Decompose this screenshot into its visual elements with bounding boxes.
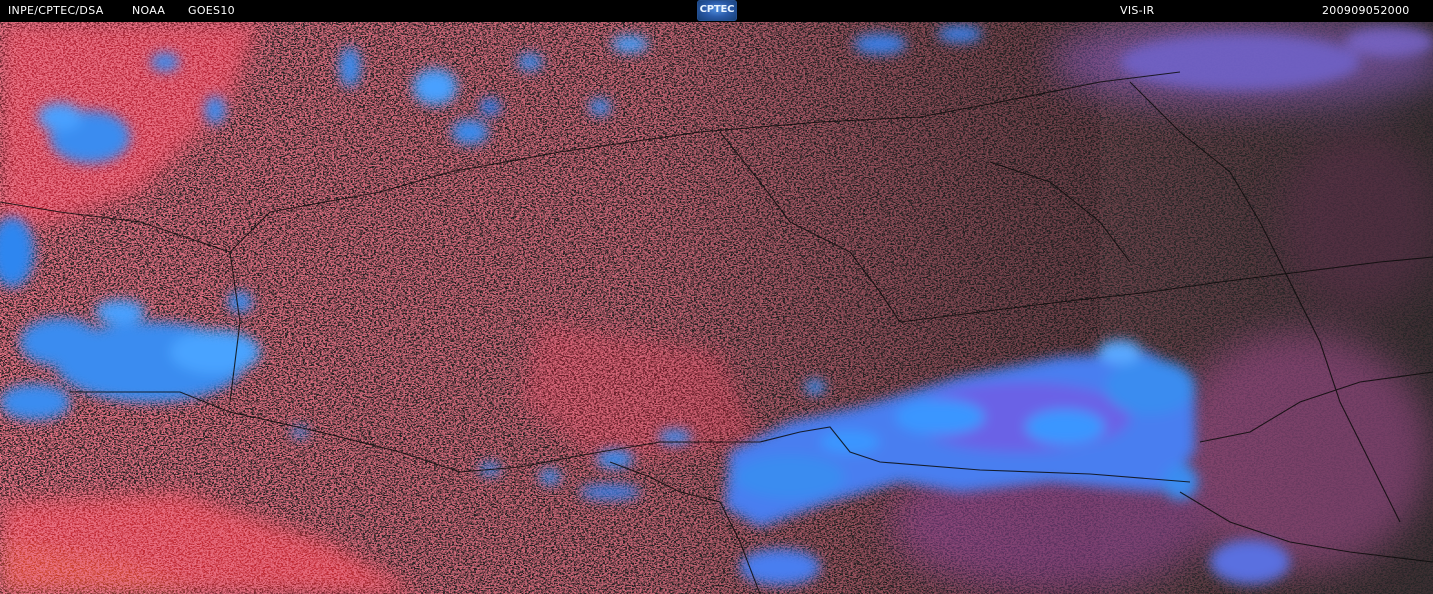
satellite-viewer: INPE/CPTEC/DSA NOAA GOES10 VIS-IR 200909…	[0, 0, 1433, 594]
source-label: INPE/CPTEC/DSA	[8, 4, 104, 17]
cptec-logo-text: CPTEC	[699, 4, 735, 15]
satellite-label: GOES10	[188, 4, 235, 17]
channel-label: VIS-IR	[1120, 4, 1155, 17]
satellite-image	[0, 22, 1433, 594]
agency-label: NOAA	[132, 4, 166, 17]
timestamp-label: 200909052000	[1322, 4, 1410, 17]
cptec-logo: CPTEC	[697, 0, 737, 21]
